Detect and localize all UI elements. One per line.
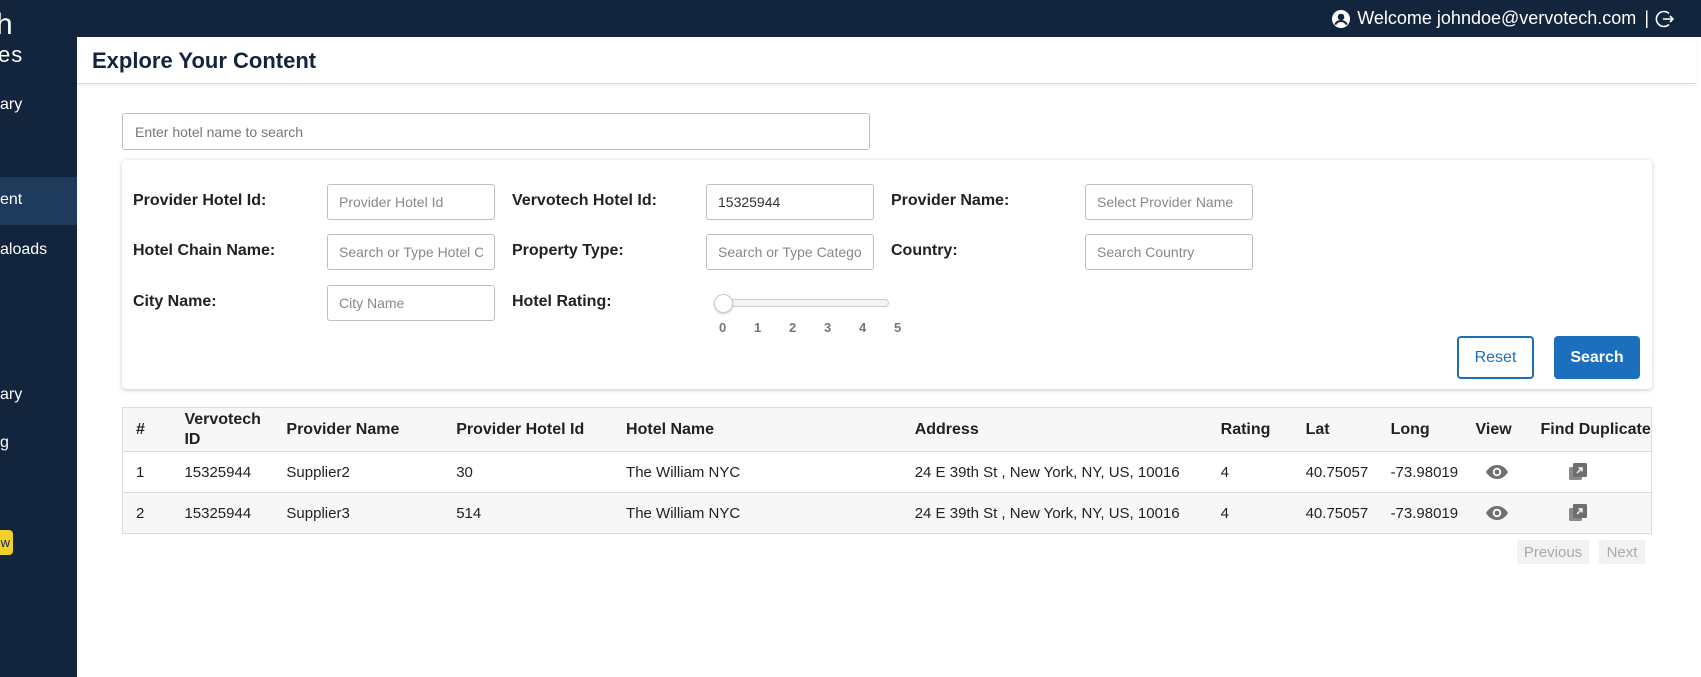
- provider-hotel-id-label: Provider Hotel Id:: [133, 192, 267, 209]
- hotel-search-input[interactable]: [122, 113, 870, 150]
- address-cell: 24 E 39th St , New York, NY, US, 10016: [901, 451, 1208, 493]
- sidebar-item-label: ent: [0, 191, 23, 208]
- find-duplicate-cell: [1532, 451, 1652, 493]
- rating-tick: 1: [754, 320, 762, 335]
- column-header: Address: [901, 407, 1208, 452]
- vervotech-id-cell: 15325944: [171, 451, 274, 493]
- country-label: Country:: [891, 242, 958, 259]
- rating-cell: 4: [1207, 451, 1293, 493]
- address-cell: 24 E 39th St , New York, NY, US, 10016: [901, 492, 1208, 534]
- column-header: Rating: [1207, 407, 1293, 452]
- country-input[interactable]: [1085, 234, 1253, 270]
- vervotech-hotel-id-label: Vervotech Hotel Id:: [512, 192, 657, 209]
- provider-name-label: Provider Name:: [891, 192, 1010, 209]
- main-content: Explore Your Content Provider Hotel Id: …: [77, 37, 1696, 677]
- provider-name-select[interactable]: [1085, 184, 1253, 220]
- hotel-rating-label: Hotel Rating:: [512, 293, 612, 310]
- separator: |: [1644, 8, 1649, 28]
- eye-icon[interactable]: [1485, 503, 1509, 523]
- sidebar-item-label: ary: [0, 386, 23, 403]
- table-row: 2 15325944 Supplier3 514 The William NYC…: [122, 492, 1652, 534]
- top-bar: Welcome johndoe@vervotech.com |: [0, 0, 1701, 37]
- duplicate-icon[interactable]: [1566, 503, 1590, 523]
- column-header: Provider Name: [273, 407, 444, 452]
- page-title: Explore Your Content: [92, 48, 317, 73]
- city-name-input[interactable]: [327, 285, 495, 321]
- column-header: Long: [1377, 407, 1463, 452]
- find-duplicate-cell: [1532, 492, 1652, 534]
- page-header: Explore Your Content: [77, 37, 1696, 84]
- property-type-label: Property Type:: [512, 242, 624, 259]
- reset-button[interactable]: Reset: [1457, 336, 1534, 379]
- vervotech-id-cell: 15325944: [171, 492, 274, 534]
- sidebar: h es ary ent aloads ary g w: [0, 0, 77, 677]
- hotel-rating-slider-track[interactable]: [715, 299, 889, 307]
- rating-tick: 3: [824, 320, 832, 335]
- property-type-input[interactable]: [706, 234, 874, 270]
- next-page-button[interactable]: Next: [1599, 540, 1645, 564]
- column-header: Hotel Name: [613, 407, 902, 452]
- column-header: Lat: [1292, 407, 1378, 452]
- hotel-name-cell: The William NYC: [613, 492, 902, 534]
- logo-fragment: h: [0, 8, 13, 41]
- previous-page-button[interactable]: Previous: [1517, 540, 1589, 564]
- vervotech-hotel-id-input[interactable]: [706, 184, 874, 220]
- table-row: 1 15325944 Supplier2 30 The William NYC …: [122, 451, 1652, 493]
- hotel-name-cell: The William NYC: [613, 451, 902, 493]
- provider-hotel-id-input[interactable]: [327, 184, 495, 220]
- column-header: Vervotech ID: [171, 407, 274, 452]
- logout-icon[interactable]: [1655, 9, 1675, 29]
- filter-panel: Provider Hotel Id: Vervotech Hotel Id: P…: [122, 160, 1652, 389]
- provider-name-cell: Supplier2: [273, 451, 444, 493]
- new-badge[interactable]: w: [0, 530, 13, 555]
- long-cell: -73.98019: [1377, 451, 1463, 493]
- welcome-text: Welcome johndoe@vervotech.com: [1357, 8, 1637, 28]
- logo-fragment-subtitle: es: [0, 42, 24, 67]
- provider-hotel-id-cell: 30: [443, 451, 614, 493]
- lat-cell: 40.75057: [1292, 492, 1378, 534]
- results-table: # Vervotech ID Provider Name Provider Ho…: [122, 407, 1652, 534]
- hotel-chain-name-label: Hotel Chain Name:: [133, 242, 276, 259]
- provider-hotel-id-cell: 514: [443, 492, 614, 534]
- rating-tick: 2: [789, 320, 797, 335]
- sidebar-item-mapping[interactable]: g: [0, 434, 77, 456]
- long-cell: -73.98019: [1377, 492, 1463, 534]
- rating-tick: 5: [894, 320, 902, 335]
- column-header: Provider Hotel Id: [443, 407, 614, 452]
- view-cell: [1462, 492, 1533, 534]
- column-header: Find Duplicate: [1532, 407, 1652, 452]
- rating-cell: 4: [1207, 492, 1293, 534]
- user-welcome: Welcome johndoe@vervotech.com |: [1331, 8, 1675, 29]
- sidebar-item-summary[interactable]: ary: [0, 386, 77, 408]
- user-circle-icon[interactable]: [1331, 9, 1351, 29]
- provider-name-cell: Supplier3: [273, 492, 444, 534]
- hotel-rating-slider-handle[interactable]: [714, 294, 733, 313]
- rating-tick: 4: [859, 320, 867, 335]
- sidebar-item-content[interactable]: ent: [0, 177, 77, 225]
- search-button[interactable]: Search: [1554, 336, 1640, 379]
- sidebar-item-label: g: [0, 434, 9, 451]
- column-header: View: [1462, 407, 1533, 452]
- lat-cell: 40.75057: [1292, 451, 1378, 493]
- sidebar-item-downloads[interactable]: aloads: [0, 241, 77, 263]
- hotel-chain-name-input[interactable]: [327, 234, 495, 270]
- view-cell: [1462, 451, 1533, 493]
- city-name-label: City Name:: [133, 293, 217, 310]
- row-number: 1: [122, 451, 172, 493]
- rating-tick: 0: [719, 320, 727, 335]
- column-header: #: [122, 407, 172, 452]
- row-number: 2: [122, 492, 172, 534]
- eye-icon[interactable]: [1485, 462, 1509, 482]
- sidebar-item-label: ary: [0, 96, 23, 113]
- table-header-row: # Vervotech ID Provider Name Provider Ho…: [122, 407, 1652, 452]
- sidebar-item-dictionary[interactable]: ary: [0, 96, 77, 118]
- duplicate-icon[interactable]: [1566, 462, 1590, 482]
- sidebar-item-label: aloads: [0, 241, 48, 258]
